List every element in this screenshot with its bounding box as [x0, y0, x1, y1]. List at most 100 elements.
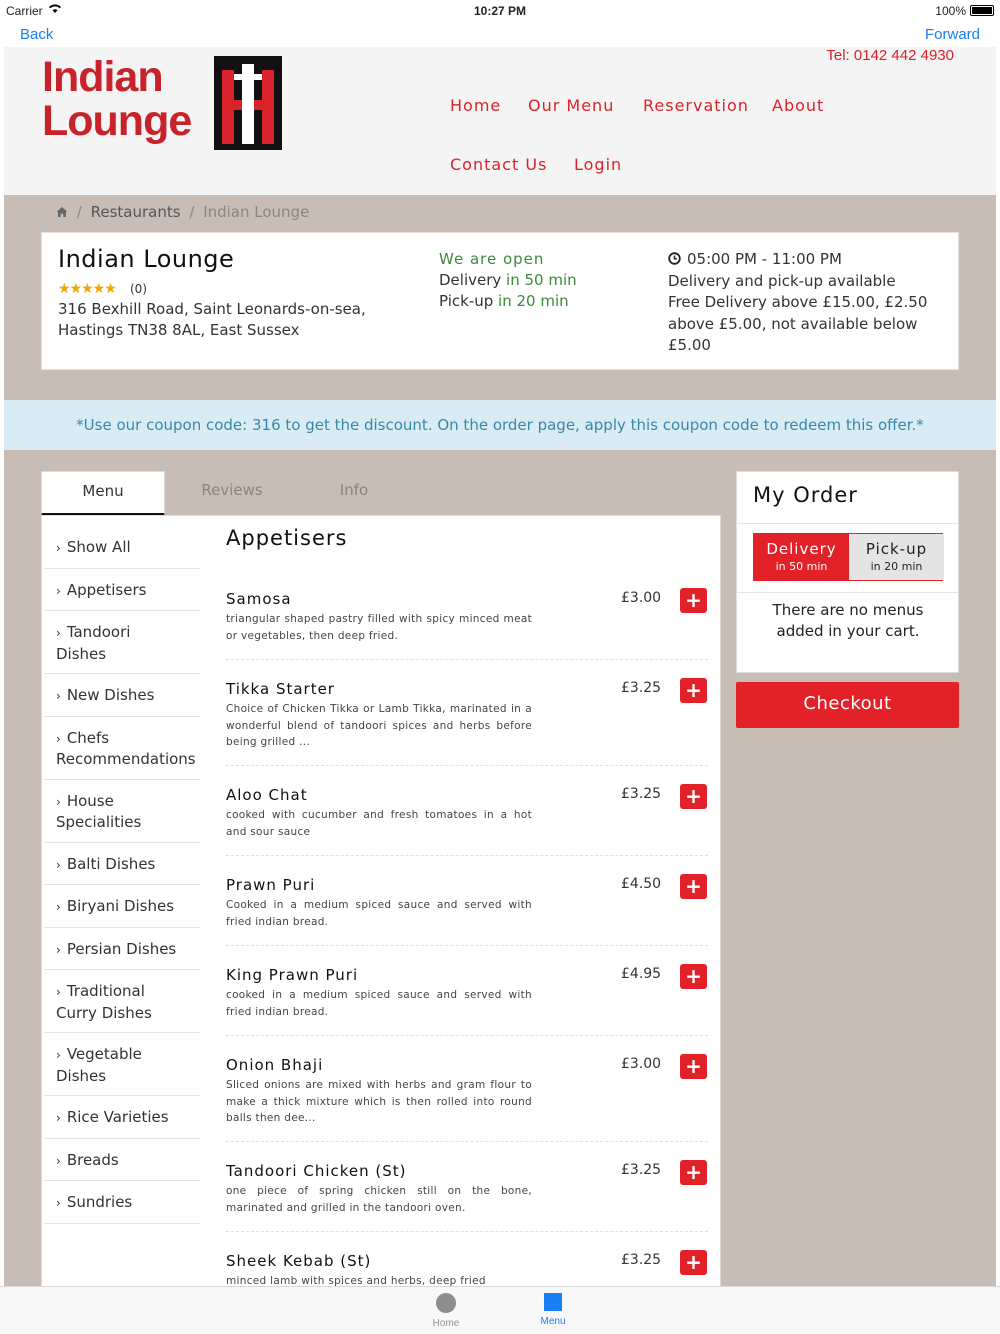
- chevron-right-icon: ›: [56, 942, 61, 957]
- pickup-label: Pick-up: [439, 292, 494, 310]
- dish-price: £3.25: [621, 1162, 662, 1178]
- dish-description: Choice of Chicken Tikka or Lamb Tikka, m…: [226, 703, 532, 748]
- chevron-right-icon: ›: [56, 541, 61, 555]
- restaurant-address: 316 Bexhill Road, Saint Leonards-on-sea,…: [58, 299, 388, 341]
- nav-home[interactable]: Home: [450, 96, 501, 115]
- battery-icon: [970, 5, 994, 16]
- breadcrumb-restaurants[interactable]: Restaurants: [91, 203, 181, 221]
- sidebar-item-new-dishes[interactable]: › New Dishes: [44, 674, 200, 717]
- home-tab-icon: [436, 1293, 456, 1313]
- item-divider: [226, 945, 708, 946]
- tab-reviews[interactable]: Reviews: [170, 471, 294, 516]
- nav-about[interactable]: About: [772, 96, 824, 115]
- tabbar-menu[interactable]: Menu: [523, 1291, 583, 1327]
- nav-reservation[interactable]: Reservation: [643, 96, 749, 115]
- chevron-right-icon: ›: [56, 731, 61, 746]
- chevron-right-icon: ›: [56, 583, 61, 598]
- open-status-block: We are open Delivery in 50 min Pick-up i…: [439, 249, 577, 312]
- free-delivery-info: Free Delivery above £15.00, £2.50 above …: [668, 293, 928, 354]
- sidebar-item-vegetable-dishes[interactable]: › Vegetable Dishes: [44, 1033, 200, 1096]
- breadcrumb-separator: /: [76, 203, 82, 221]
- hours-block: 05:00 PM - 11:00 PM Delivery and pick-up…: [668, 249, 933, 357]
- add-to-cart-button[interactable]: +: [680, 874, 707, 899]
- chevron-right-icon: ›: [56, 794, 61, 809]
- dish-price: £4.50: [621, 876, 662, 892]
- rating-stars-icon: ★★★★★: [58, 281, 117, 297]
- home-icon[interactable]: [56, 204, 68, 217]
- address-line-2: Hastings TN38 8AL, East Sussex: [58, 321, 300, 339]
- back-button[interactable]: Back: [20, 26, 53, 43]
- tab-info[interactable]: Info: [292, 471, 416, 516]
- sidebar-item-show-all[interactable]: › Show All: [44, 526, 200, 569]
- dish-description: Cooked in a medium spiced sauce and serv…: [226, 899, 532, 928]
- nav-login[interactable]: Login: [574, 155, 622, 174]
- menu-tab-icon: [544, 1293, 562, 1311]
- pickup-eta: Pick-up in 20 min: [439, 291, 577, 312]
- forward-button[interactable]: Forward: [925, 26, 980, 43]
- logo-line-1: Indian: [42, 53, 164, 101]
- dish-description: Sliced onions are mixed with herbs and g…: [226, 1079, 532, 1124]
- dish-price: £3.25: [621, 680, 662, 696]
- item-divider: [226, 1231, 708, 1232]
- menu-item: Tandoori Chicken (St) one piece of sprin…: [226, 1160, 708, 1216]
- logo-text: Indian Lounge: [42, 53, 192, 145]
- site-header: Indian Lounge Tel: 0142 442 4930 Home Ou…: [4, 47, 996, 195]
- sidebar-item-rice-varieties[interactable]: › Rice Varieties: [44, 1096, 200, 1139]
- chevron-right-icon: ›: [56, 626, 61, 640]
- chevron-right-icon: ›: [56, 1048, 61, 1062]
- delivery-option-button[interactable]: Delivery in 50 min: [754, 534, 849, 580]
- my-order-card: My Order Delivery in 50 min Pick-up in 2…: [736, 471, 959, 673]
- sidebar-item-sundries[interactable]: › Sundries: [44, 1181, 200, 1224]
- bottom-tab-bar: Home Menu: [0, 1286, 1000, 1334]
- battery-percent: 100%: [935, 4, 966, 18]
- add-to-cart-button[interactable]: +: [680, 784, 707, 809]
- sidebar-item-appetisers[interactable]: › Appetisers: [44, 569, 200, 611]
- add-to-cart-button[interactable]: +: [680, 964, 707, 989]
- logo-line-2: Lounge: [42, 97, 192, 145]
- sidebar-item-traditional-curry-dishes[interactable]: › Traditional Curry Dishes: [44, 970, 200, 1033]
- menu-item: Aloo Chat cooked with cucumber and fresh…: [226, 784, 708, 840]
- chevron-right-icon: ›: [56, 1111, 61, 1125]
- menu-item: Prawn Puri Cooked in a medium spiced sau…: [226, 874, 708, 930]
- delivery-label: Delivery: [439, 271, 502, 289]
- order-type-toggle: Delivery in 50 min Pick-up in 20 min: [753, 533, 944, 581]
- add-to-cart-button[interactable]: +: [680, 1250, 707, 1275]
- rating-count[interactable]: (0): [130, 282, 147, 296]
- delivery-option-time: in 50 min: [775, 560, 828, 573]
- site-logo[interactable]: Indian Lounge: [42, 55, 292, 151]
- tabbar-home[interactable]: Home: [416, 1291, 476, 1329]
- dish-description: cooked in a medium spiced sauce and serv…: [226, 989, 532, 1018]
- breadcrumb: / Restaurants / Indian Lounge: [56, 203, 309, 221]
- coupon-banner: *Use our coupon code: 316 to get the dis…: [4, 400, 996, 450]
- chevron-right-icon: ›: [56, 689, 61, 703]
- tab-menu[interactable]: Menu: [41, 471, 165, 516]
- add-to-cart-button[interactable]: +: [680, 1160, 707, 1185]
- nav-contact-us[interactable]: Contact Us: [450, 155, 547, 174]
- sidebar-item-persian-dishes[interactable]: › Persian Dishes: [44, 928, 200, 970]
- delivery-option-label: Delivery: [766, 540, 837, 558]
- add-to-cart-button[interactable]: +: [680, 588, 707, 613]
- chevron-right-icon: ›: [56, 857, 61, 872]
- pickup-option-label: Pick-up: [865, 540, 928, 558]
- menu-item: King Prawn Puri cooked in a medium spice…: [226, 964, 708, 1020]
- pickup-option-button[interactable]: Pick-up in 20 min: [849, 534, 944, 580]
- sidebar-item-chefs-recommendations[interactable]: › Chefs Recommendations: [44, 717, 200, 780]
- clock-time: 10:27 PM: [473, 4, 527, 18]
- sidebar-item-balti-dishes[interactable]: › Balti Dishes: [44, 843, 200, 885]
- restaurant-name: Indian Lounge: [58, 245, 235, 273]
- sidebar-item-tandoori-dishes[interactable]: › Tandoori Dishes: [44, 611, 200, 674]
- clock-icon: [668, 250, 681, 265]
- add-to-cart-button[interactable]: +: [680, 678, 707, 703]
- phone-number[interactable]: Tel: 0142 442 4930: [826, 47, 954, 64]
- checkout-button[interactable]: Checkout: [736, 682, 959, 728]
- nav-our-menu[interactable]: Our Menu: [528, 96, 614, 115]
- opening-hours: 05:00 PM - 11:00 PM: [687, 250, 842, 268]
- sidebar-item-breads[interactable]: › Breads: [44, 1139, 200, 1181]
- sidebar-item-house-specialities[interactable]: › House Specialities: [44, 780, 200, 843]
- pickup-time: in 20 min: [498, 292, 569, 310]
- add-to-cart-button[interactable]: +: [680, 1054, 707, 1079]
- category-title: Appetisers: [226, 526, 348, 550]
- menu-item: Tikka Starter Choice of Chicken Tikka or…: [226, 678, 708, 751]
- sidebar-item-biryani-dishes[interactable]: › Biryani Dishes: [44, 885, 200, 928]
- menu-item: Samosa triangular shaped pastry filled w…: [226, 588, 708, 644]
